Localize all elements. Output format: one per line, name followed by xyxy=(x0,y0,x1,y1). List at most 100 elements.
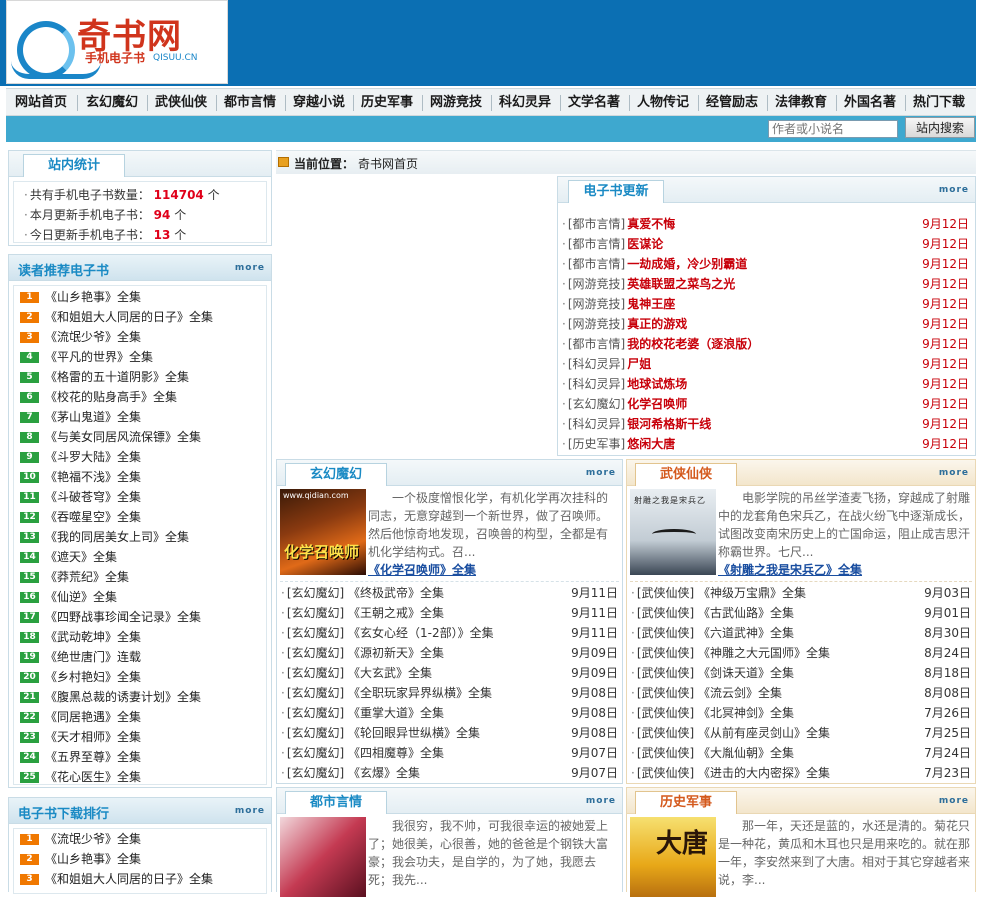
table-row[interactable]: · [武侠仙侠] 《剑诛天道》全集 8月18日 xyxy=(631,663,971,683)
site-logo[interactable]: 奇书网 手机电子书 QISUU.CN xyxy=(6,0,228,84)
dushi-more-link[interactable]: more xyxy=(586,796,616,806)
table-row[interactable]: · [玄幻魔幻] 《玄爆》全集 9月07日 xyxy=(281,763,618,783)
table-row[interactable]: · [玄幻魔幻] 《轮回眼异世纵横》全集 9月08日 xyxy=(281,723,618,743)
downloads-more-link[interactable]: more xyxy=(235,806,265,816)
table-row[interactable]: · [玄幻魔幻] 《大玄武》全集 9月09日 xyxy=(281,663,618,683)
list-item[interactable]: 22 《同居艳遇》全集 xyxy=(20,707,141,727)
table-row[interactable]: · [玄幻魔幻] 《重掌大道》全集 9月08日 xyxy=(281,703,618,723)
list-item[interactable]: 14 《遮天》全集 xyxy=(20,547,117,567)
wuxia-more-link[interactable]: more xyxy=(939,468,969,478)
list-item[interactable]: 3 《流氓少爷》全集 xyxy=(20,327,141,347)
stat-month: · 本月更新手机电子书： 94 个 xyxy=(24,208,187,222)
updates-more-link[interactable]: more xyxy=(939,185,969,195)
book-cover-image[interactable]: 大唐 xyxy=(630,817,716,897)
table-row[interactable]: · [武侠仙侠] 《古武仙路》全集 9月01日 xyxy=(631,603,971,623)
list-item[interactable]: 25 《花心医生》全集 xyxy=(20,767,141,787)
table-row[interactable]: · [武侠仙侠] 《进击的大内密探》全集 7月23日 xyxy=(631,763,971,783)
table-row[interactable]: · [都市言情] 真爱不悔 9月12日 xyxy=(562,214,969,234)
recommend-more-link[interactable]: more xyxy=(235,263,265,273)
table-row[interactable]: · [武侠仙侠] 《神级万宝鼎》全集 9月03日 xyxy=(631,583,971,603)
list-item[interactable]: 6 《校花的贴身高手》全集 xyxy=(20,387,177,407)
lishi-header: 历史军事 more xyxy=(627,788,975,814)
list-item[interactable]: 16 《仙逆》全集 xyxy=(20,587,117,607)
list-item[interactable]: 20 《乡村艳妇》全集 xyxy=(20,667,141,687)
nav-item-remen[interactable]: 热门下载 xyxy=(906,91,972,115)
table-row[interactable]: · [都市言情] 医谋论 9月12日 xyxy=(562,234,969,254)
list-item[interactable]: 8 《与美女同居风流保镖》全集 xyxy=(20,427,201,447)
nav-item-chuanyue[interactable]: 穿越小说 xyxy=(286,91,352,115)
table-row[interactable]: · [玄幻魔幻] 《全职玩家异界纵横》全集 9月08日 xyxy=(281,683,618,703)
table-row[interactable]: · [武侠仙侠] 《北冥神剑》全集 7月26日 xyxy=(631,703,971,723)
table-row[interactable]: · [武侠仙侠] 《神雕之大元国师》全集 8月24日 xyxy=(631,643,971,663)
nav-item-lishi[interactable]: 历史军事 xyxy=(354,91,420,115)
list-item[interactable]: 7 《茅山鬼道》全集 xyxy=(20,407,141,427)
book-cover-image[interactable]: www.qidian.com 化学召唤师 xyxy=(280,489,366,575)
table-row[interactable]: · [网游竞技] 英雄联盟之菜鸟之光 9月12日 xyxy=(562,274,969,294)
book-cover-image[interactable]: 射雕之我是宋兵乙 xyxy=(630,489,716,575)
book-description: 我很穷，我不帅，可我很幸运的被她爱上了；她很美，心很善，她的爸爸是个钢铁大富豪；… xyxy=(368,819,609,887)
book-cover-image[interactable] xyxy=(280,817,366,897)
list-item[interactable]: 9 《斗罗大陆》全集 xyxy=(20,447,141,467)
list-item[interactable]: 13 《我的同居美女上司》全集 xyxy=(20,527,189,547)
table-row[interactable]: · [玄幻魔幻] 《终极武帝》全集 9月11日 xyxy=(281,583,618,603)
nav-item-renwu[interactable]: 人物传记 xyxy=(630,91,696,115)
featured-book-link[interactable]: 《化学召唤师》全集 xyxy=(368,561,476,578)
cover-title-text: 射雕之我是宋兵乙 xyxy=(634,496,706,505)
list-item[interactable]: 1 《山乡艳事》全集 xyxy=(20,287,141,307)
table-row[interactable]: · [武侠仙侠] 《流云剑》全集 8月08日 xyxy=(631,683,971,703)
recommend-title: 读者推荐电子书 xyxy=(18,264,110,279)
list-item[interactable]: 17 《四野战事珍闻全记录》全集 xyxy=(20,607,201,627)
table-row[interactable]: · [玄幻魔幻] 《四相魔尊》全集 9月07日 xyxy=(281,743,618,763)
table-row[interactable]: · [武侠仙侠] 《大胤仙朝》全集 7月24日 xyxy=(631,743,971,763)
nav-item-wenxue[interactable]: 文学名著 xyxy=(561,91,627,115)
table-row[interactable]: · [科幻灵异] 尸姐 9月12日 xyxy=(562,354,969,374)
nav-item-wangyou[interactable]: 网游竞技 xyxy=(423,91,489,115)
table-row[interactable]: · [玄幻魔幻] 《源初新天》全集 9月09日 xyxy=(281,643,618,663)
list-item[interactable]: 21 《腹黑总裁的诱妻计划》全集 xyxy=(20,687,201,707)
nav-item-jingguan[interactable]: 经管励志 xyxy=(699,91,765,115)
nav-item-falv[interactable]: 法律教育 xyxy=(768,91,834,115)
table-row[interactable]: · [科幻灵异] 银河希格斯干线 9月12日 xyxy=(562,414,969,434)
table-row[interactable]: · [玄幻魔幻] 化学召唤师 9月12日 xyxy=(562,394,969,414)
list-item[interactable]: 3 《和姐姐大人同居的日子》全集 xyxy=(20,869,213,889)
list-item[interactable]: 12 《吞噬星空》全集 xyxy=(20,507,141,527)
lishi-more-link[interactable]: more xyxy=(939,796,969,806)
table-row[interactable]: · [科幻灵异] 地球试炼场 9月12日 xyxy=(562,374,969,394)
breadcrumb: 当前位置： 奇书网首页 xyxy=(276,150,976,174)
list-item[interactable]: 1 《流氓少爷》全集 xyxy=(20,829,141,849)
list-item[interactable]: 2 《和姐姐大人同居的日子》全集 xyxy=(20,307,213,327)
nav-item-waiguo[interactable]: 外国名著 xyxy=(837,91,903,115)
book-description: 那一年，天还是蓝的，水还是清的。菊花只是一种花，黄瓜和木耳也只是用来吃的。就在那… xyxy=(718,819,971,887)
list-item[interactable]: 19 《绝世唐门》连载 xyxy=(20,647,141,667)
table-row[interactable]: · [网游竞技] 鬼神王座 9月12日 xyxy=(562,294,969,314)
list-item[interactable]: 15 《莽荒纪》全集 xyxy=(20,567,129,587)
list-item[interactable]: 5 《格雷的五十道阴影》全集 xyxy=(20,367,189,387)
dushi-title: 都市言情 xyxy=(285,791,387,814)
table-row[interactable]: · [武侠仙侠] 《从前有座灵剑山》全集 7月25日 xyxy=(631,723,971,743)
list-item[interactable]: 24 《五界至尊》全集 xyxy=(20,747,141,767)
table-row[interactable]: · [玄幻魔幻] 《玄女心经（1-2部）》全集 9月11日 xyxy=(281,623,618,643)
book-description: 一个极度憎恨化学，有机化学再次挂科的同志，无意穿越到一个新世界，做了召唤师。然后… xyxy=(368,491,609,559)
table-row[interactable]: · [历史军事] 悠闲大唐 9月12日 xyxy=(562,434,969,454)
table-row[interactable]: · [玄幻魔幻] 《王朝之戒》全集 9月11日 xyxy=(281,603,618,623)
list-item[interactable]: 4 《平凡的世界》全集 xyxy=(20,347,153,367)
nav-item-home[interactable]: 网站首页 xyxy=(8,91,74,115)
breadcrumb-current[interactable]: 奇书网首页 xyxy=(358,155,418,172)
list-item[interactable]: 23 《天才相师》全集 xyxy=(20,727,141,747)
nav-item-wuxia[interactable]: 武侠仙侠 xyxy=(148,91,214,115)
list-item[interactable]: 11 《斗破苍穹》全集 xyxy=(20,487,141,507)
table-row[interactable]: · [都市言情] 一劫成婚，冷少别霸道 9月12日 xyxy=(562,254,969,274)
table-row[interactable]: · [网游竞技] 真正的游戏 9月12日 xyxy=(562,314,969,334)
nav-item-dushi[interactable]: 都市言情 xyxy=(217,91,283,115)
table-row[interactable]: · [都市言情] 我的校花老婆（逐浪版） 9月12日 xyxy=(562,334,969,354)
list-item[interactable]: 18 《武动乾坤》全集 xyxy=(20,627,141,647)
table-row[interactable]: · [武侠仙侠] 《六道武神》全集 8月30日 xyxy=(631,623,971,643)
list-item[interactable]: 10 《艳福不浅》全集 xyxy=(20,467,141,487)
featured-book-link[interactable]: 《射雕之我是宋兵乙》全集 xyxy=(718,561,862,578)
list-item[interactable]: 2 《山乡艳事》全集 xyxy=(20,849,141,869)
nav-item-kehuan[interactable]: 科幻灵异 xyxy=(492,91,558,115)
nav-item-xuanhuan[interactable]: 玄幻魔幻 xyxy=(79,91,145,115)
xuanhuan-more-link[interactable]: more xyxy=(586,468,616,478)
search-input[interactable] xyxy=(768,120,898,138)
search-button[interactable]: 站内搜索 xyxy=(905,117,975,138)
